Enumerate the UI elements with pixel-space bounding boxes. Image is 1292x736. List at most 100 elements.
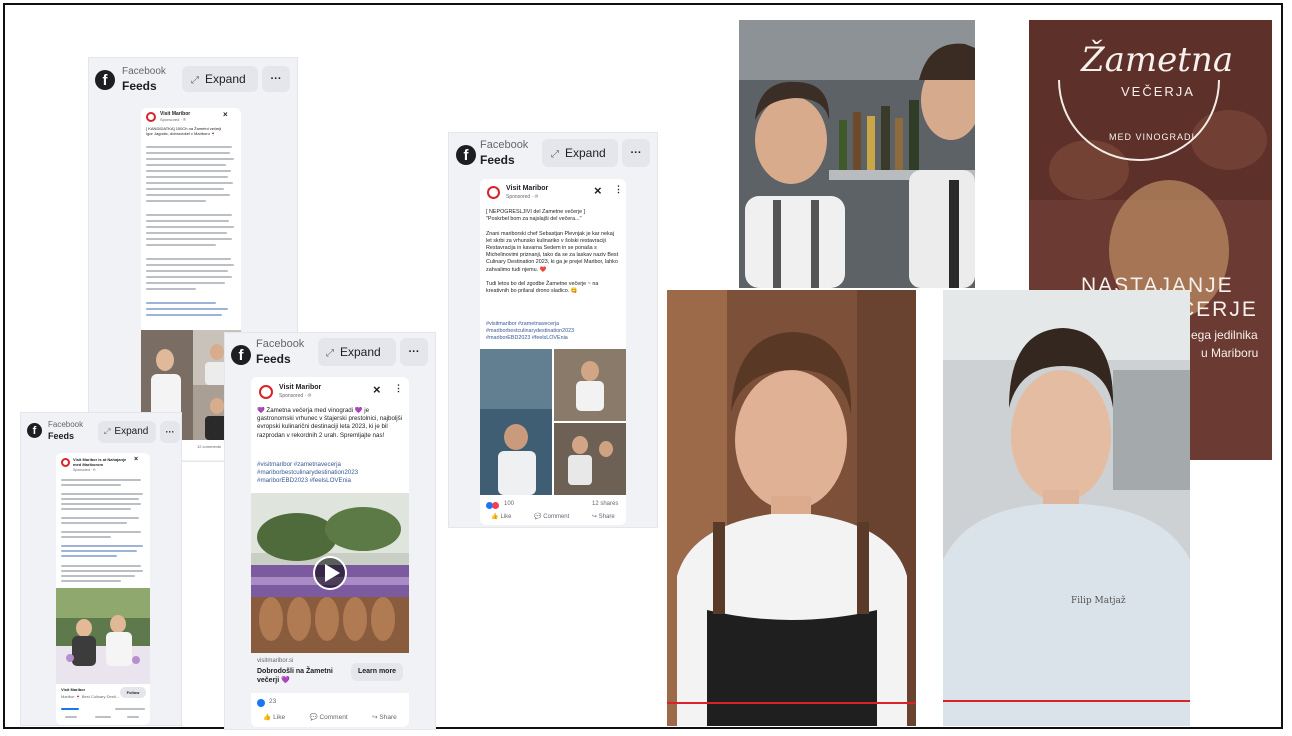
text-line [61, 522, 127, 524]
page-avatar[interactable] [487, 186, 500, 199]
poster-title-line2: ČERJE [1179, 298, 1258, 321]
comment-button[interactable]: 💬 Comment [534, 513, 569, 520]
comments-line [115, 708, 145, 710]
sponsored-label: Sponsored · ℗ [73, 468, 96, 472]
chefs-kitchen-photo [739, 20, 975, 288]
comment-label: Comment [543, 514, 570, 520]
text-line [146, 288, 196, 290]
feed-header: f Facebook Feeds ⤢ Expand ··· [21, 413, 181, 449]
page-name[interactable]: Visit Maribor is at Nahajanje med Maribo… [73, 457, 128, 467]
like-icon: 👍 [491, 514, 499, 520]
share-line [127, 716, 139, 718]
expand-button[interactable]: ⤢ Expand [542, 139, 618, 167]
expand-label: Expand [205, 72, 246, 86]
video-progress-bar[interactable] [667, 702, 916, 704]
text-line [146, 182, 233, 184]
post-actions-placeholder [61, 708, 145, 720]
more-icon[interactable]: ⋮ [614, 184, 623, 195]
page-avatar[interactable] [61, 458, 70, 467]
chef-portrait-illustration [943, 290, 1190, 726]
link-preview[interactable]: visitmaribor.si Dobrodošli na Žametni ve… [251, 653, 409, 693]
close-icon[interactable]: × [134, 456, 138, 463]
share-label: Share [379, 714, 397, 721]
video-progress-bar[interactable] [943, 700, 1190, 702]
text-line [146, 264, 234, 266]
feed-platform-label: Facebook [48, 420, 84, 429]
page-name[interactable]: Visit Maribor [506, 185, 548, 192]
close-icon[interactable]: × [373, 382, 381, 397]
hashtag-line [146, 302, 216, 304]
like-line [65, 716, 77, 718]
close-icon[interactable]: × [594, 183, 602, 198]
post-video[interactable] [251, 493, 409, 653]
more-options-button[interactable]: ··· [622, 139, 650, 167]
text-line [146, 276, 232, 278]
reaction-icons[interactable] [486, 502, 500, 509]
text-line [61, 503, 141, 505]
follow-button[interactable]: Follow [120, 687, 146, 698]
sponsored-label: Sponsored · ℗ [279, 393, 312, 399]
chef-portrait-left [667, 290, 916, 726]
expand-button[interactable]: ⤢ Expand [182, 66, 258, 92]
text-line [61, 508, 131, 510]
shares-count[interactable]: 12 shares [592, 501, 618, 507]
comments-count[interactable]: 12 comments [197, 444, 221, 449]
play-icon[interactable] [313, 556, 347, 590]
post-photo-grid[interactable] [480, 349, 626, 495]
post-body-text-lines [146, 142, 236, 357]
text-line [61, 565, 141, 567]
post-hashtags[interactable]: #visitmaribor #zametnavecerja #mariborbe… [257, 461, 403, 489]
comment-button[interactable]: 💬 Comment [310, 713, 348, 721]
text-line [146, 152, 230, 154]
feed-title: Feeds [256, 352, 291, 366]
post-actions: 👍 Like 💬 Comment ↪ Share [251, 713, 409, 721]
like-reaction-icon[interactable] [257, 699, 265, 707]
share-button[interactable]: ↪ Share [592, 513, 615, 520]
post-hashtags[interactable]: #visitmaribor #zametnavecerja #mariborbe… [486, 321, 621, 345]
post-text: 💜 Žametna večerja med vinogradi 💜 je gas… [257, 407, 403, 439]
feed-title: Feeds [48, 431, 75, 441]
learn-more-button[interactable]: Learn more [351, 663, 403, 681]
feed-title: Feeds [122, 79, 157, 93]
like-button[interactable]: 👍 Like [491, 513, 511, 520]
more-options-button[interactable]: ··· [400, 338, 428, 366]
share-button[interactable]: ↪ Share [372, 713, 397, 721]
hashtag-line [61, 555, 117, 557]
expand-label: Expand [565, 146, 606, 160]
expand-button[interactable]: ⤢ Expand [98, 421, 156, 443]
post-photo[interactable] [56, 588, 150, 684]
footer-page-name[interactable]: Visit Maribor [61, 687, 85, 692]
expand-label: Expand [340, 345, 381, 359]
dinner-guests-photo [56, 588, 150, 684]
text-line [146, 194, 230, 196]
text-line [61, 580, 121, 582]
reactions-count[interactable]: 23 [269, 698, 276, 705]
feed-header: f Facebook Feeds ⤢ Expand ··· [225, 333, 435, 375]
poster-logo-script: Žametna [1081, 40, 1234, 80]
footer-subtitle: Maribor 🍷 Best Culinary Desti... [61, 694, 120, 699]
more-icon[interactable]: ⋮ [394, 383, 403, 394]
post-text: [ NEPOGREŠLJIVI del Žametne večerje ] "P… [486, 209, 619, 295]
facebook-feed-preview-b: f Facebook Feeds ⤢ Expand ··· Visit Marib… [224, 332, 436, 730]
page-name[interactable]: Visit Maribor [279, 384, 321, 391]
text-line [61, 498, 139, 500]
chef-portrait-illustration [667, 290, 916, 726]
comment-icon: 💬 [534, 514, 542, 520]
like-button[interactable]: 👍 Like [263, 713, 285, 721]
facebook-logo-icon: f [27, 423, 42, 438]
hashtag-line [61, 545, 143, 547]
close-icon[interactable]: × [223, 110, 228, 119]
hashtag-line [61, 550, 137, 552]
more-options-button[interactable]: ··· [262, 66, 290, 92]
love-reaction-icon [492, 502, 499, 509]
feed-platform-label: Facebook [256, 338, 305, 350]
facebook-feed-preview-c: f Facebook Feeds ⤢ Expand ··· Visit Marib… [448, 132, 658, 528]
like-label: Like [273, 714, 286, 721]
more-options-button[interactable]: ··· [160, 421, 180, 443]
reactions-count[interactable]: 100 [504, 501, 514, 507]
page-avatar[interactable] [259, 385, 273, 399]
text-line [61, 570, 143, 572]
page-avatar[interactable] [146, 112, 156, 122]
expand-button[interactable]: ⤢ Expand [318, 338, 396, 366]
text-line [146, 244, 216, 246]
